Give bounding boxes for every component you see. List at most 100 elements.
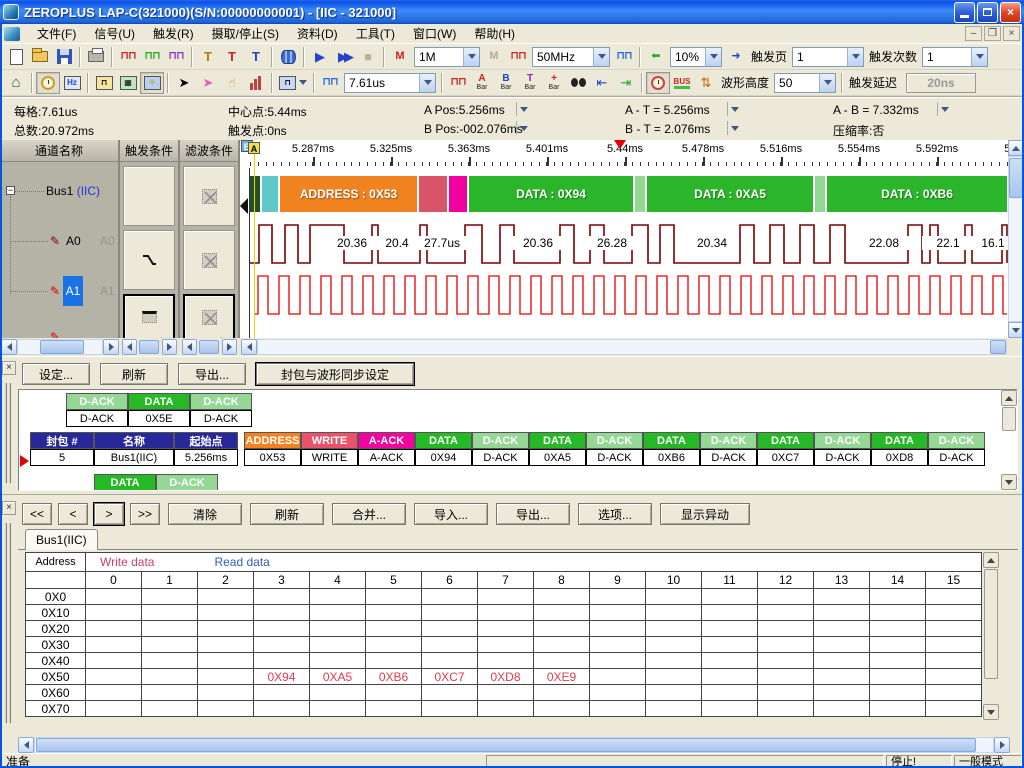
find-button[interactable] [566, 72, 590, 94]
data-cell[interactable] [926, 589, 982, 605]
bus-view-button[interactable]: BUS [670, 72, 694, 94]
data-cell[interactable] [310, 621, 366, 637]
packet-value-cell[interactable]: 0X5E [128, 410, 190, 427]
stop-button[interactable]: ■ [356, 46, 380, 68]
trigger-cell-bus1[interactable] [123, 166, 175, 226]
data-cell[interactable] [198, 605, 254, 621]
packet-close-button[interactable]: × [2, 361, 16, 375]
minimize-button[interactable] [954, 2, 975, 23]
memory-page-button[interactable]: M [388, 46, 412, 68]
data-cell[interactable] [86, 621, 142, 637]
data-cell[interactable] [758, 621, 814, 637]
go-to-end-button[interactable]: ⇥ [614, 72, 638, 94]
data-cell[interactable] [86, 669, 142, 685]
sample-clock-button[interactable]: ⊓⊓ [506, 46, 530, 68]
nav-prev-button[interactable]: < [58, 503, 88, 525]
packet-value-cell[interactable]: 0XD8 [871, 449, 928, 466]
refresh-button[interactable]: 刷新 [250, 503, 324, 525]
packet-value-cell[interactable]: D-ACK [586, 449, 643, 466]
data-cell[interactable] [534, 605, 590, 621]
packet-grip[interactable] [5, 383, 11, 483]
frequency-view-button[interactable]: Hz [60, 72, 84, 94]
data-cell[interactable] [198, 669, 254, 685]
data-cell[interactable] [310, 637, 366, 653]
data-cell[interactable] [478, 701, 534, 717]
data-cell[interactable] [478, 621, 534, 637]
data-cell[interactable] [198, 589, 254, 605]
show-changes-button[interactable]: 显示异动 [660, 503, 750, 525]
menu-item-1[interactable]: 信号(U) [85, 23, 144, 44]
packet-value-cell[interactable]: D-ACK [928, 449, 985, 466]
data-cell[interactable] [422, 621, 478, 637]
data-cell[interactable] [534, 701, 590, 717]
data-cell[interactable] [814, 637, 870, 653]
data-cell[interactable] [422, 589, 478, 605]
data-cell[interactable] [758, 669, 814, 685]
data-cell[interactable] [926, 701, 982, 717]
export-button[interactable]: 导出... [496, 503, 570, 525]
data-cell[interactable] [590, 589, 646, 605]
scroll-left-button[interactable] [122, 339, 137, 355]
data-cell[interactable] [870, 669, 926, 685]
packet-export-button[interactable]: 导出... [178, 363, 246, 385]
packet-value-cell[interactable]: D-ACK [472, 449, 529, 466]
data-cell[interactable] [198, 621, 254, 637]
menu-item-0[interactable]: 文件(F) [28, 23, 85, 44]
data-cell[interactable] [534, 653, 590, 669]
data-cell[interactable] [366, 621, 422, 637]
trigger-ratio-combo[interactable]: 10% [670, 47, 722, 67]
data-cell[interactable] [86, 653, 142, 669]
packet-value-cell[interactable]: 0XC7 [757, 449, 814, 466]
dropdown-button[interactable] [847, 48, 863, 66]
sample-rate-combo[interactable]: 50MHz [532, 47, 610, 67]
filter-cell-bus1[interactable] [183, 166, 235, 226]
packet-info-value[interactable]: 5 [30, 449, 94, 466]
data-cell[interactable]: 0XE9 [534, 669, 590, 685]
data-cell[interactable]: 0XB6 [366, 669, 422, 685]
data-cell[interactable] [254, 685, 310, 701]
data-cell[interactable] [758, 605, 814, 621]
save-button[interactable] [52, 46, 76, 68]
data-cell[interactable] [590, 605, 646, 621]
data-cell[interactable] [422, 701, 478, 717]
data-cell[interactable] [758, 701, 814, 717]
packet-value-cell[interactable]: 0XA5 [529, 449, 586, 466]
data-cell[interactable] [198, 685, 254, 701]
close-button[interactable]: × [1000, 2, 1021, 23]
a-pos-dropdown[interactable] [516, 102, 530, 116]
waveform-display-button[interactable]: ⊓ [276, 72, 310, 94]
packet-value-cell[interactable]: A-ACK [358, 449, 415, 466]
data-cell[interactable] [926, 605, 982, 621]
data-cell[interactable] [702, 685, 758, 701]
read-data-legend[interactable]: Read data [214, 555, 269, 569]
scroll-right-button[interactable] [994, 737, 1010, 753]
packet-value-cell[interactable]: D-ACK [66, 410, 128, 427]
trigger-cell-a0[interactable] [123, 230, 175, 290]
scroll-right-button[interactable] [103, 339, 119, 355]
scroll-up-button[interactable] [1001, 390, 1017, 406]
data-cell[interactable] [870, 637, 926, 653]
tree-collapse-icon[interactable]: − [6, 186, 15, 195]
post-trigger-button[interactable]: ➜ [724, 46, 748, 68]
trigger-content-button[interactable]: T [196, 46, 220, 68]
t-bar-button[interactable]: TBar [518, 74, 542, 91]
data-cell[interactable] [590, 701, 646, 717]
data-cell[interactable] [926, 685, 982, 701]
data-cell[interactable] [646, 701, 702, 717]
splitter-collapse-icon[interactable] [240, 198, 248, 214]
data-cell[interactable] [646, 621, 702, 637]
data-cell[interactable]: 0XD8 [478, 669, 534, 685]
import-button[interactable]: 导入... [414, 503, 488, 525]
data-cell[interactable] [814, 653, 870, 669]
a-t-dropdown[interactable] [727, 102, 741, 116]
trigger-page-combo[interactable]: 1 [792, 47, 864, 67]
data-cell[interactable] [758, 589, 814, 605]
trigger-count-combo[interactable]: 1 [922, 47, 988, 67]
data-cell[interactable] [870, 605, 926, 621]
data-cell[interactable] [254, 589, 310, 605]
cursor-a-line[interactable] [254, 154, 255, 338]
b-pos-dropdown[interactable] [516, 121, 530, 135]
packet-settings-button[interactable]: 设定... [22, 363, 90, 385]
data-cell[interactable] [814, 605, 870, 621]
packet-refresh-button[interactable]: 刷新 [100, 363, 168, 385]
